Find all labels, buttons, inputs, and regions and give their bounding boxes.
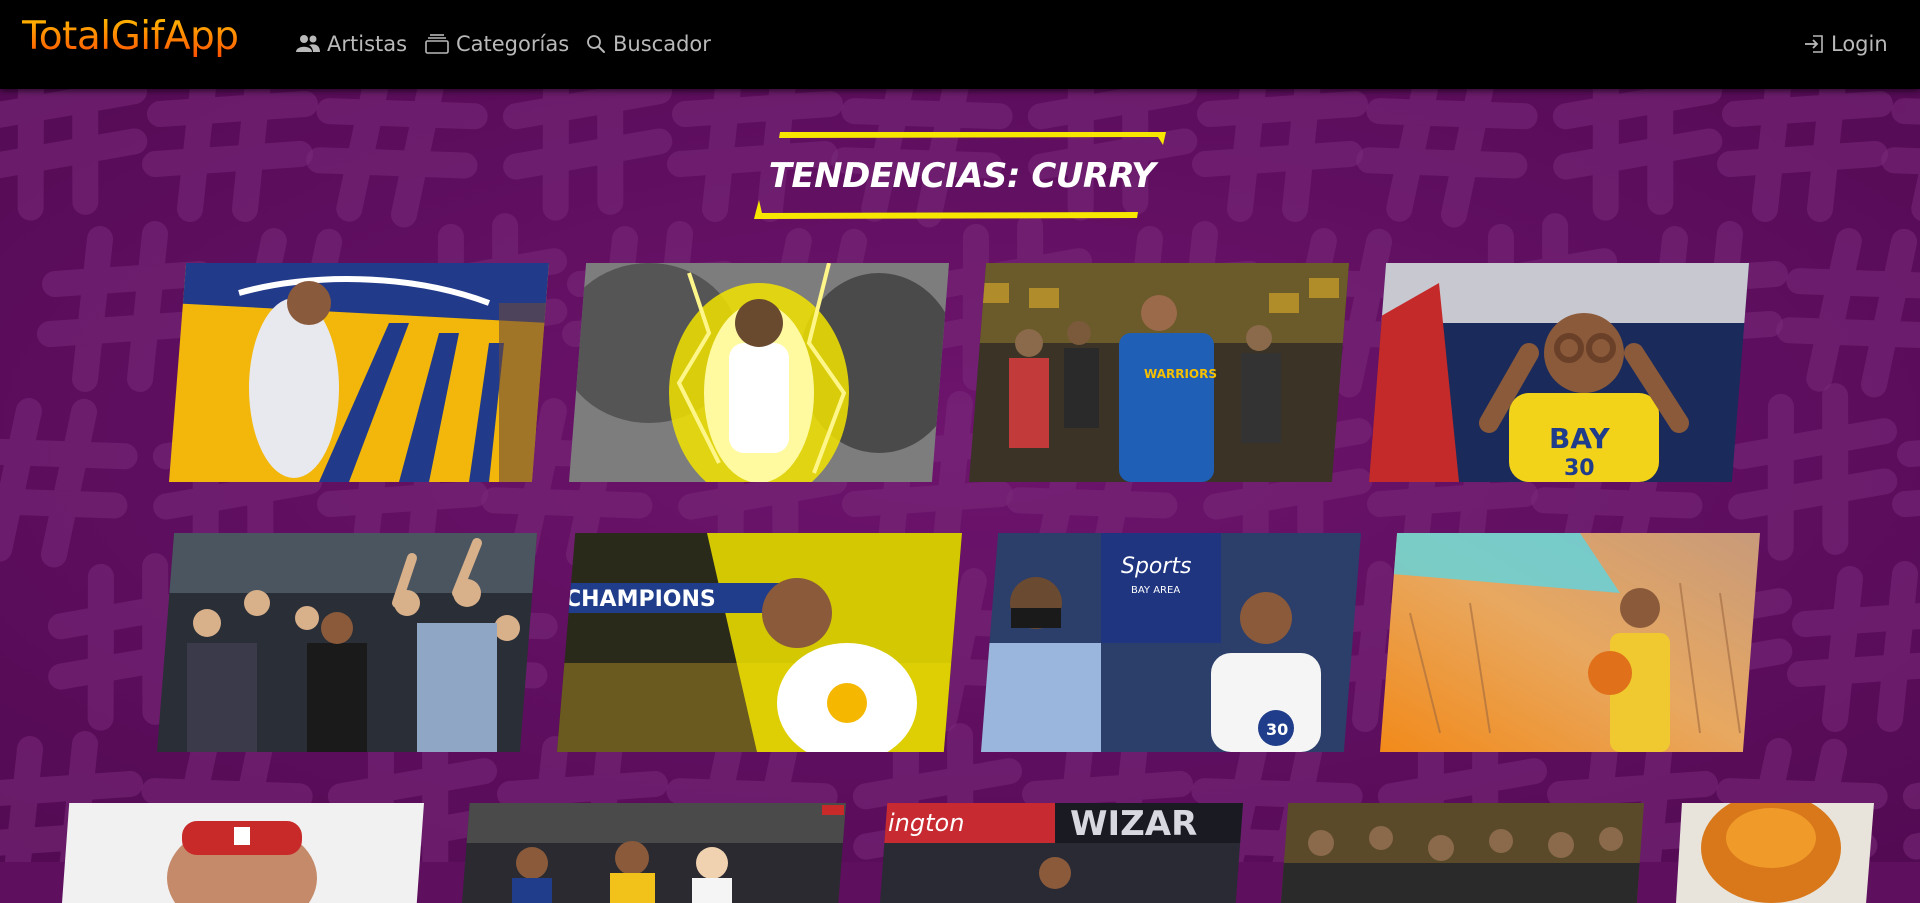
- gif-image-court: [169, 263, 549, 482]
- gif-thumbnail[interactable]: Sports BAY AREA 30: [981, 533, 1361, 752]
- gif-image-headband: [62, 803, 424, 903]
- svg-text:WIZAR: WIZAR: [1070, 804, 1197, 844]
- gif-thumbnail[interactable]: WIZAR ington: [880, 803, 1243, 903]
- section-title: TENDENCIAS: CURRY: [768, 156, 1156, 196]
- gif-image-bench-players: [462, 803, 846, 903]
- gif-thumbnail[interactable]: CHAMPIONS: [557, 533, 962, 752]
- gif-image-orange-ball: [1676, 803, 1874, 903]
- gif-image-bench: WARRIORS: [969, 263, 1349, 482]
- gif-image-lightning: [569, 263, 949, 482]
- gif-thumbnail[interactable]: WARRIORS: [969, 263, 1349, 482]
- svg-text:BAY AREA: BAY AREA: [1131, 585, 1180, 596]
- login-label: Login: [1831, 32, 1888, 56]
- gif-image-sports-bay: Sports BAY AREA 30: [981, 533, 1361, 752]
- gif-thumbnail[interactable]: [62, 803, 424, 903]
- nav-categorias[interactable]: Categorías: [425, 28, 569, 60]
- svg-text:CHAMPIONS: CHAMPIONS: [565, 587, 716, 612]
- gif-thumbnail[interactable]: [169, 263, 549, 482]
- top-navbar: TotalGifApp Artistas Categorías Buscador: [0, 0, 1920, 89]
- app-logo[interactable]: TotalGifApp: [22, 14, 239, 59]
- gif-image-celebration: [157, 533, 537, 752]
- main-content: TENDENCIAS: CURRY WARRIORS BAY 30 CHAMPI…: [0, 89, 1920, 903]
- svg-text:30: 30: [1564, 456, 1595, 481]
- login-link[interactable]: Login: [1804, 28, 1888, 60]
- gif-thumbnail[interactable]: [157, 533, 537, 752]
- gif-thumbnail[interactable]: [1281, 803, 1644, 903]
- svg-text:30: 30: [1266, 720, 1288, 739]
- gif-image-illustration: [1380, 533, 1760, 752]
- section-title-banner: TENDENCIAS: CURRY: [752, 132, 1172, 224]
- search-icon: [587, 35, 605, 53]
- svg-text:WARRIORS: WARRIORS: [1144, 367, 1217, 381]
- svg-text:Sports: Sports: [1121, 554, 1192, 579]
- gif-thumbnail[interactable]: [1676, 803, 1874, 903]
- gif-image-wizards: WIZAR ington: [880, 803, 1243, 903]
- login-icon: [1805, 35, 1823, 53]
- nav-buscador[interactable]: Buscador: [586, 28, 711, 60]
- gif-thumbnail[interactable]: [1380, 533, 1760, 752]
- gif-image-goggles: BAY 30: [1369, 263, 1749, 482]
- nav-label: Buscador: [613, 32, 711, 56]
- svg-text:BAY: BAY: [1549, 422, 1610, 455]
- categories-icon: [425, 34, 449, 54]
- svg-text:ington: ington: [888, 809, 964, 837]
- gif-image-champions: CHAMPIONS: [557, 533, 962, 752]
- nav-label: Categorías: [456, 32, 570, 56]
- gif-thumbnail[interactable]: [569, 263, 949, 482]
- nav-artistas[interactable]: Artistas: [296, 28, 407, 60]
- gif-image-crowd: [1281, 803, 1644, 903]
- users-icon: [296, 35, 320, 52]
- gif-thumbnail[interactable]: [462, 803, 846, 903]
- gif-thumbnail[interactable]: BAY 30: [1369, 263, 1749, 482]
- nav-label: Artistas: [327, 32, 408, 56]
